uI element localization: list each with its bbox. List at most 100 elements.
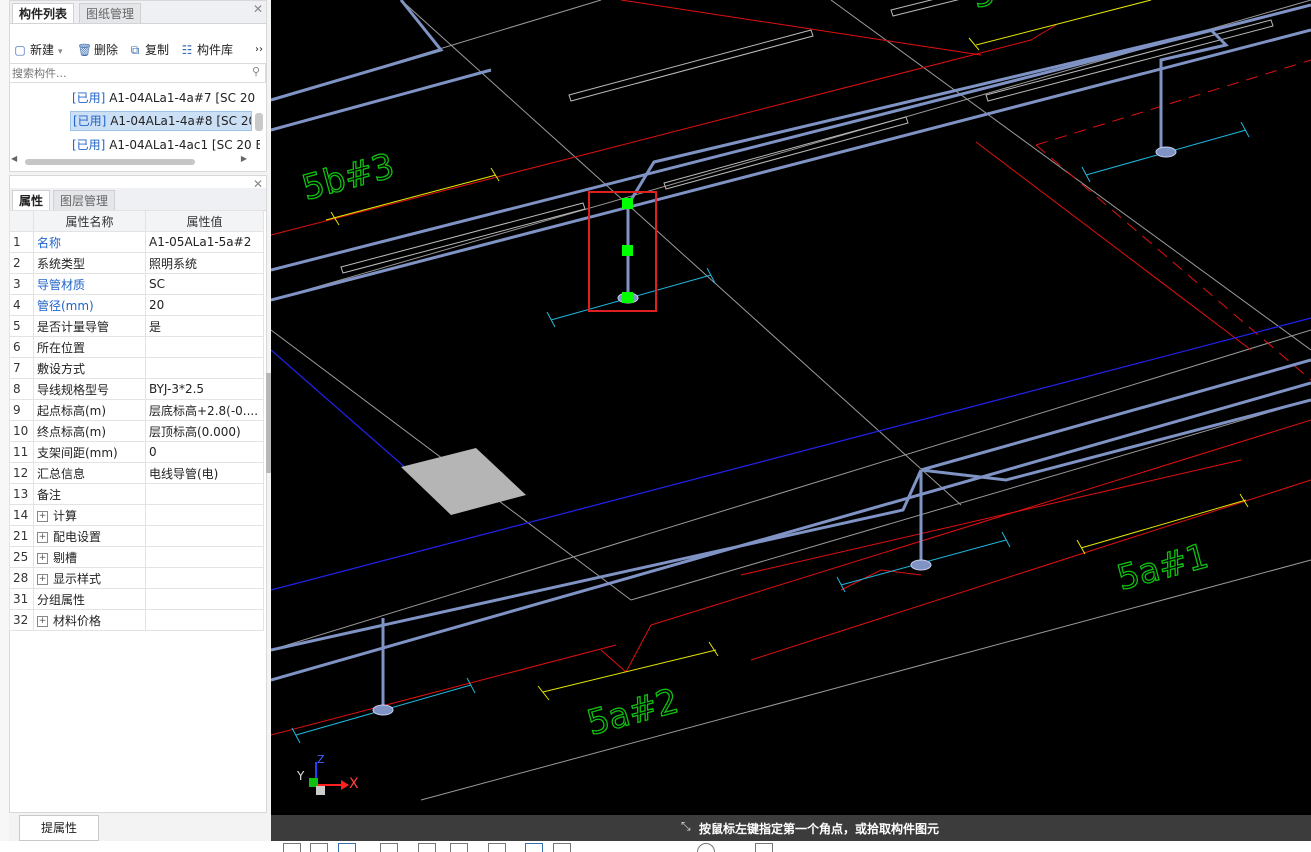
property-name: + 材料价格 (33, 609, 146, 631)
property-row[interactable]: 10 终点标高(m) 层顶标高(0.000) (9, 420, 264, 442)
expand-icon[interactable]: + (37, 615, 48, 627)
property-value[interactable] (145, 357, 264, 379)
new-icon: ▢ (14, 43, 26, 57)
property-row[interactable]: 3 导管材质 SC (9, 273, 264, 295)
bottom-toolbar (0, 841, 1311, 852)
toolbar-icon[interactable] (488, 843, 506, 852)
property-value[interactable]: 20 (145, 294, 264, 316)
axis-y-label: Y (296, 769, 305, 783)
property-name-text: 支架间距(mm) (37, 445, 118, 460)
tab-component-list[interactable]: 构件列表 (12, 3, 75, 23)
property-row[interactable]: 11 支架间距(mm) 0 (9, 441, 264, 463)
property-name-text: 计算 (53, 508, 78, 523)
expand-icon[interactable]: + (37, 531, 48, 543)
property-value[interactable]: 层顶标高(0.000) (145, 420, 264, 442)
property-row[interactable]: 21 + 配电设置 (9, 525, 264, 547)
toolbar-icon[interactable] (755, 843, 773, 852)
toolbar-icon[interactable] (450, 843, 468, 852)
library-button[interactable]: ☷ 构件库 (180, 41, 233, 59)
component-tabs: 构件列表 图纸管理 ✕ (10, 1, 266, 24)
property-name: 支架间距(mm) (33, 441, 146, 463)
property-row[interactable]: 25 + 剔槽 (9, 546, 264, 568)
copy-button[interactable]: ⧉ 复制 (128, 41, 169, 59)
tab-layer-management[interactable]: 图层管理 (53, 190, 116, 210)
toolbar-icon[interactable] (553, 843, 571, 852)
property-row[interactable]: 32 + 材料价格 (9, 609, 264, 631)
property-value[interactable]: 层底标高+2.8(-0.... (145, 399, 264, 421)
pick-property-button[interactable]: 提属性 (19, 815, 99, 841)
property-row[interactable]: 5 是否计量导管 是 (9, 315, 264, 337)
property-value[interactable]: SC (145, 273, 264, 295)
search-icon[interactable]: ⚲ (252, 65, 260, 78)
property-value[interactable]: 是 (145, 315, 264, 337)
toolbar-icon[interactable] (338, 843, 356, 852)
more-button[interactable]: ›› (255, 41, 263, 59)
property-value[interactable]: A1-05ALa1-5a#2 (145, 231, 264, 253)
toolbar-icon[interactable] (525, 843, 543, 852)
num-header (9, 210, 34, 232)
property-name-text: 汇总信息 (37, 466, 86, 481)
axis-z-label: Z (317, 753, 325, 766)
property-row[interactable]: 2 系统类型 照明系统 (9, 252, 264, 274)
list-item[interactable]: [已用] A1-04ALa1-4a#7 [SC 20 I (72, 88, 260, 108)
property-row[interactable]: 9 起点标高(m) 层底标高+2.8(-0.... (9, 399, 264, 421)
property-name-text: 备注 (37, 487, 62, 502)
delete-button[interactable]: 🗑 删除 (77, 41, 118, 59)
property-value[interactable]: 电线导管(电) (145, 462, 264, 484)
value-header: 属性值 (145, 210, 264, 232)
scroll-left-icon[interactable]: ◀ (11, 154, 17, 163)
tab-drawing-management[interactable]: 图纸管理 (79, 3, 142, 23)
property-row[interactable]: 28 + 显示样式 (9, 567, 264, 589)
row-number: 21 (9, 525, 34, 547)
row-number: 2 (9, 252, 34, 274)
toolbar-icon[interactable] (283, 843, 301, 852)
row-number: 6 (9, 336, 34, 358)
row-number: 5 (9, 315, 34, 337)
scroll-right-icon[interactable]: ▶ (241, 154, 247, 163)
list-item-selected[interactable]: [已用] A1-04ALa1-4a#8 [SC 20 I (70, 111, 252, 131)
new-button[interactable]: ▢ 新建 ▾ (13, 41, 62, 59)
property-row[interactable]: 1 名称 A1-05ALa1-5a#2 (9, 231, 264, 253)
vertical-scrollbar[interactable] (255, 113, 263, 131)
property-value[interactable]: BYJ-3*2.5 (145, 378, 264, 400)
expand-icon[interactable]: + (37, 510, 48, 522)
close-icon[interactable]: ✕ (253, 177, 263, 191)
toolbar-icon[interactable] (310, 843, 328, 852)
close-icon[interactable]: ✕ (253, 2, 263, 16)
property-row[interactable]: 7 敷设方式 (9, 357, 264, 379)
property-value[interactable] (145, 336, 264, 358)
drawing[interactable]: 5b#3 5a#1 5a#2 5 X Y Z (271, 0, 1311, 815)
property-value[interactable] (145, 546, 264, 568)
property-row[interactable]: 6 所在位置 (9, 336, 264, 358)
property-value[interactable] (145, 567, 264, 589)
property-name: 系统类型 (33, 252, 146, 274)
cad-canvas[interactable]: 5b#3 5a#1 5a#2 5 X Y Z (271, 0, 1311, 815)
list-item[interactable]: [已用] A1-04ALa1-4ac1 [SC 20 E (72, 135, 260, 155)
property-row[interactable]: 4 管径(mm) 20 (9, 294, 264, 316)
scroll-thumb[interactable] (25, 159, 195, 165)
property-row[interactable]: 13 备注 (9, 483, 264, 505)
property-value[interactable]: 0 (145, 441, 264, 463)
property-row[interactable]: 14 + 计算 (9, 504, 264, 526)
edge-bar (0, 0, 9, 852)
property-name-text: 导管材质 (37, 277, 86, 292)
property-name-text: 敷设方式 (37, 361, 86, 376)
property-name: 管径(mm) (33, 294, 146, 316)
expand-icon[interactable]: + (37, 552, 48, 564)
property-value[interactable]: 照明系统 (145, 252, 264, 274)
property-row[interactable]: 8 导线规格型号 BYJ-3*2.5 (9, 378, 264, 400)
expand-icon[interactable]: + (37, 573, 48, 585)
property-value[interactable] (145, 588, 264, 610)
search-input[interactable] (12, 65, 240, 81)
tab-properties[interactable]: 属性 (12, 190, 51, 210)
property-value[interactable] (145, 504, 264, 526)
property-value[interactable] (145, 609, 264, 631)
horizontal-scrollbar[interactable]: ◀ ▶ (11, 154, 261, 167)
property-row[interactable]: 12 汇总信息 电线导管(电) (9, 462, 264, 484)
toolbar-icon[interactable] (380, 843, 398, 852)
property-value[interactable] (145, 525, 264, 547)
property-row[interactable]: 31 分组属性 (9, 588, 264, 610)
property-value[interactable] (145, 483, 264, 505)
toolbar-icon[interactable] (418, 843, 436, 852)
property-name-text: 导线规格型号 (37, 382, 110, 397)
